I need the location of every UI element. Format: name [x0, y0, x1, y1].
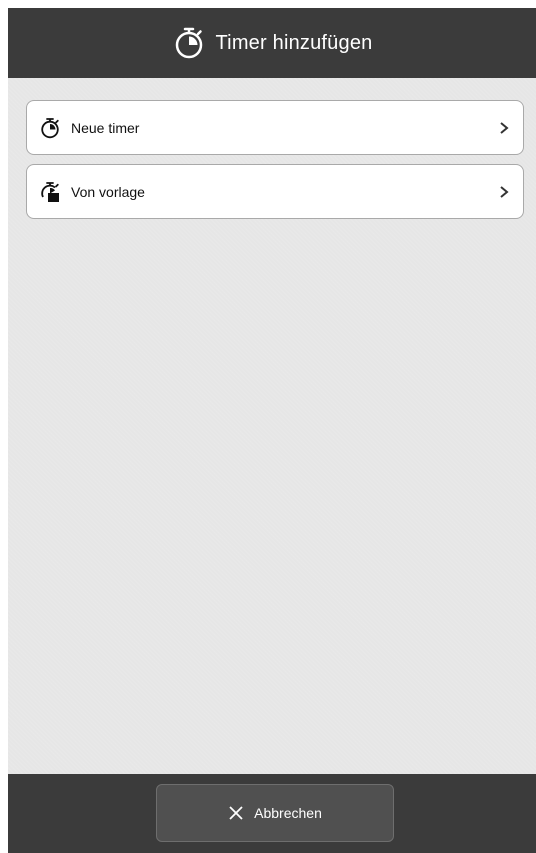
options-list: Neue timer Von vorlage — [26, 100, 524, 228]
chevron-right-icon — [499, 121, 509, 135]
stopwatch-icon — [172, 26, 206, 60]
list-item-from-template[interactable]: Von vorlage — [26, 164, 524, 219]
footer-bar: Abbrechen — [8, 774, 536, 853]
close-icon — [228, 805, 244, 821]
stopwatch-template-icon — [39, 181, 61, 203]
cancel-button[interactable]: Abbrechen — [156, 784, 394, 842]
add-timer-screen: Timer hinzufügen Neue timer Von vorlage … — [8, 8, 536, 853]
list-item-new-timer[interactable]: Neue timer — [26, 100, 524, 155]
stopwatch-icon — [39, 117, 61, 139]
chevron-right-icon — [499, 185, 509, 199]
cancel-button-label: Abbrechen — [254, 805, 322, 821]
page-title: Timer hinzufügen — [215, 31, 373, 54]
item-label: Von vorlage — [71, 183, 145, 200]
header-bar: Timer hinzufügen — [8, 8, 536, 78]
item-label: Neue timer — [71, 119, 140, 136]
